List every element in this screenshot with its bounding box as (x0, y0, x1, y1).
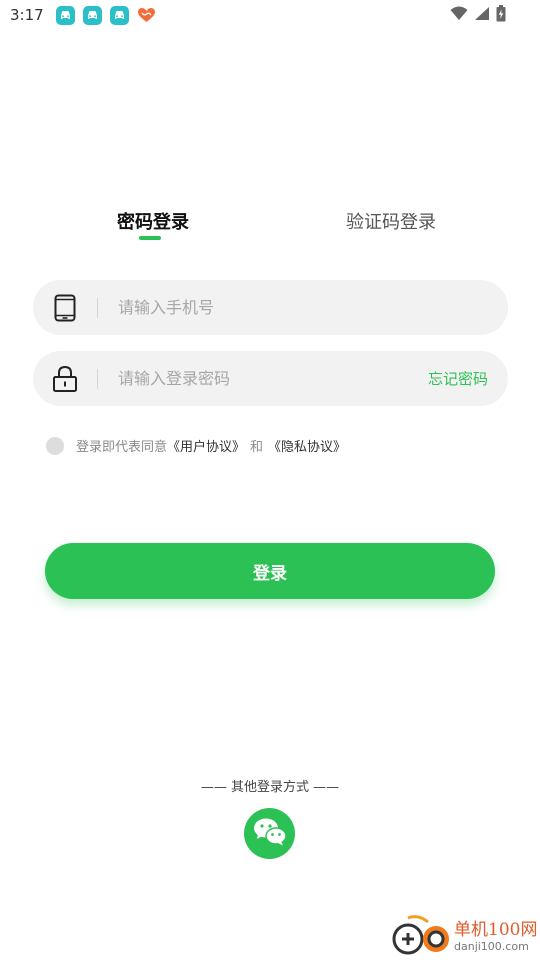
forgot-password-link[interactable]: 忘记密码 (428, 368, 488, 389)
password-field[interactable]: 忘记密码 (33, 351, 508, 406)
login-button[interactable]: 登录 (45, 543, 495, 599)
field-divider (97, 297, 98, 318)
wechat-login-button[interactable] (244, 808, 295, 859)
battery-icon (496, 4, 506, 26)
status-bar: 3:17 (0, 0, 540, 30)
car-app-icon (109, 5, 129, 25)
status-right (450, 4, 506, 26)
lock-icon (52, 364, 78, 394)
wechat-icon (253, 817, 287, 851)
site-watermark: 单机100网 danji100.com (388, 914, 538, 960)
watermark-text: 单机100网 danji100.com (454, 920, 537, 954)
phone-field[interactable] (33, 280, 508, 335)
danji-logo-icon (388, 914, 452, 960)
tab-sms-login[interactable]: 验证码登录 (346, 208, 436, 234)
agreement-row: 登录即代表同意 《用户协议》 和 《隐私协议》 (46, 436, 346, 455)
status-left: 3:17 (10, 5, 156, 25)
phone-icon (52, 293, 78, 323)
other-login-label: —— 其他登录方式 —— (200, 780, 340, 795)
user-agreement-link[interactable]: 《用户协议》 (167, 436, 245, 455)
agreement-prefix: 登录即代表同意 (76, 440, 168, 455)
car-app-icon (55, 5, 75, 25)
watermark-name: 单机100网 (454, 920, 538, 940)
field-divider (97, 368, 98, 389)
privacy-policy-link[interactable]: 《隐私协议》 (268, 436, 346, 455)
agreement-and: 和 (250, 440, 264, 455)
tab-password-login[interactable]: 密码登录 (117, 208, 189, 234)
signal-icon (474, 6, 490, 25)
wifi-icon (450, 6, 468, 25)
car-app-icon (82, 5, 102, 25)
agreement-checkbox[interactable] (46, 436, 64, 455)
heart-app-icon (137, 6, 156, 25)
phone-input[interactable] (118, 298, 508, 317)
login-mode-tabs: 密码登录 验证码登录 (0, 196, 540, 246)
password-input[interactable] (118, 369, 428, 388)
watermark-url: danji100.com (454, 940, 529, 953)
active-tab-indicator (139, 236, 161, 240)
status-time: 3:17 (10, 6, 44, 24)
